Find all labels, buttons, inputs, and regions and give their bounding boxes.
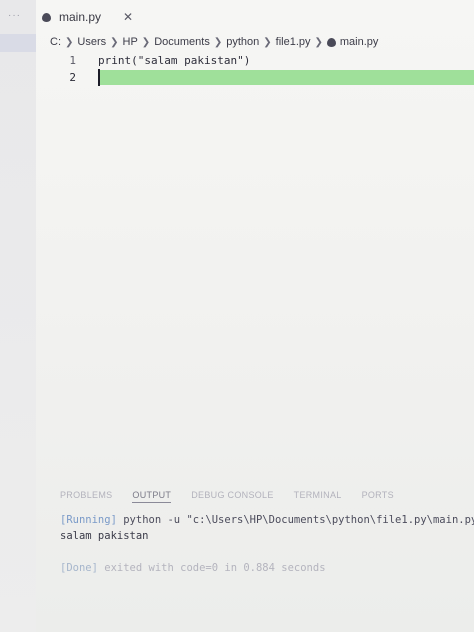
breadcrumb-python[interactable]: python xyxy=(226,36,259,48)
tab-output[interactable]: OUTPUT xyxy=(132,490,172,503)
chevron-right-icon: ❯ xyxy=(263,36,272,48)
exit-status: exited with code=0 in 0.884 seconds xyxy=(104,562,326,574)
breadcrumb-main[interactable]: main.py xyxy=(340,36,379,48)
chevron-right-icon: ❯ xyxy=(314,36,323,48)
breadcrumb-drive[interactable]: C: xyxy=(50,36,61,48)
tab-problems[interactable]: PROBLEMS xyxy=(60,490,112,503)
running-tag: [Running] xyxy=(60,514,117,526)
chevron-right-icon: ❯ xyxy=(141,36,151,48)
line-number: 2 xyxy=(69,71,76,84)
tab-terminal[interactable]: TERMINAL xyxy=(294,490,342,503)
run-command: python -u "c:\Users\HP\Documents\python\… xyxy=(123,514,474,526)
more-actions-icon[interactable]: ··· xyxy=(8,10,21,21)
active-indicator xyxy=(0,34,36,52)
breadcrumb-documents[interactable]: Documents xyxy=(154,36,210,48)
tab-filename: main.py xyxy=(59,10,102,24)
panel-tabs: PROBLEMS OUTPUT DEBUG CONSOLE TERMINAL P… xyxy=(60,490,394,503)
current-line-highlight xyxy=(98,70,474,85)
output-spacer xyxy=(60,544,474,560)
python-file-icon xyxy=(326,37,336,47)
python-file-icon xyxy=(42,12,51,22)
breadcrumb: C: ❯ Users ❯ HP ❯ Documents ❯ python ❯ f… xyxy=(50,34,378,50)
editor-tab[interactable]: main.py ✕ xyxy=(42,6,133,28)
chevron-right-icon: ❯ xyxy=(65,36,74,48)
breadcrumb-users[interactable]: Users xyxy=(77,36,106,48)
chevron-right-icon: ❯ xyxy=(110,36,119,48)
program-output: salam pakistan xyxy=(60,530,149,542)
bottom-panel: PROBLEMS OUTPUT DEBUG CONSOLE TERMINAL P… xyxy=(36,484,474,632)
code-text[interactable]: print("salam pakistan") xyxy=(98,54,250,67)
tab-debug-console[interactable]: DEBUG CONSOLE xyxy=(191,490,273,503)
chevron-right-icon: ❯ xyxy=(213,36,223,48)
done-tag: [Done] xyxy=(60,562,98,574)
tab-ports[interactable]: PORTS xyxy=(362,490,394,503)
current-code-line[interactable]: 2 xyxy=(36,69,474,86)
vscode-window: ··· main.py ✕ C: ❯ Users ❯ HP ❯ Document… xyxy=(0,0,474,632)
output-view[interactable]: [Running] python -u "c:\Users\HP\Documen… xyxy=(60,512,474,576)
code-line[interactable]: 1 print("salam pakistan") xyxy=(36,52,474,69)
breadcrumb-file1[interactable]: file1.py xyxy=(276,36,311,48)
text-cursor xyxy=(98,69,100,86)
output-line: [Running] python -u "c:\Users\HP\Documen… xyxy=(60,512,474,528)
code-editor[interactable]: 1 print("salam pakistan") 2 xyxy=(36,52,474,86)
close-icon[interactable]: ✕ xyxy=(123,10,133,24)
breadcrumb-hp[interactable]: HP xyxy=(123,36,138,48)
line-number: 1 xyxy=(69,54,76,67)
activity-bar: ··· xyxy=(0,0,36,632)
output-line: [Done] exited with code=0 in 0.884 secon… xyxy=(60,560,474,576)
